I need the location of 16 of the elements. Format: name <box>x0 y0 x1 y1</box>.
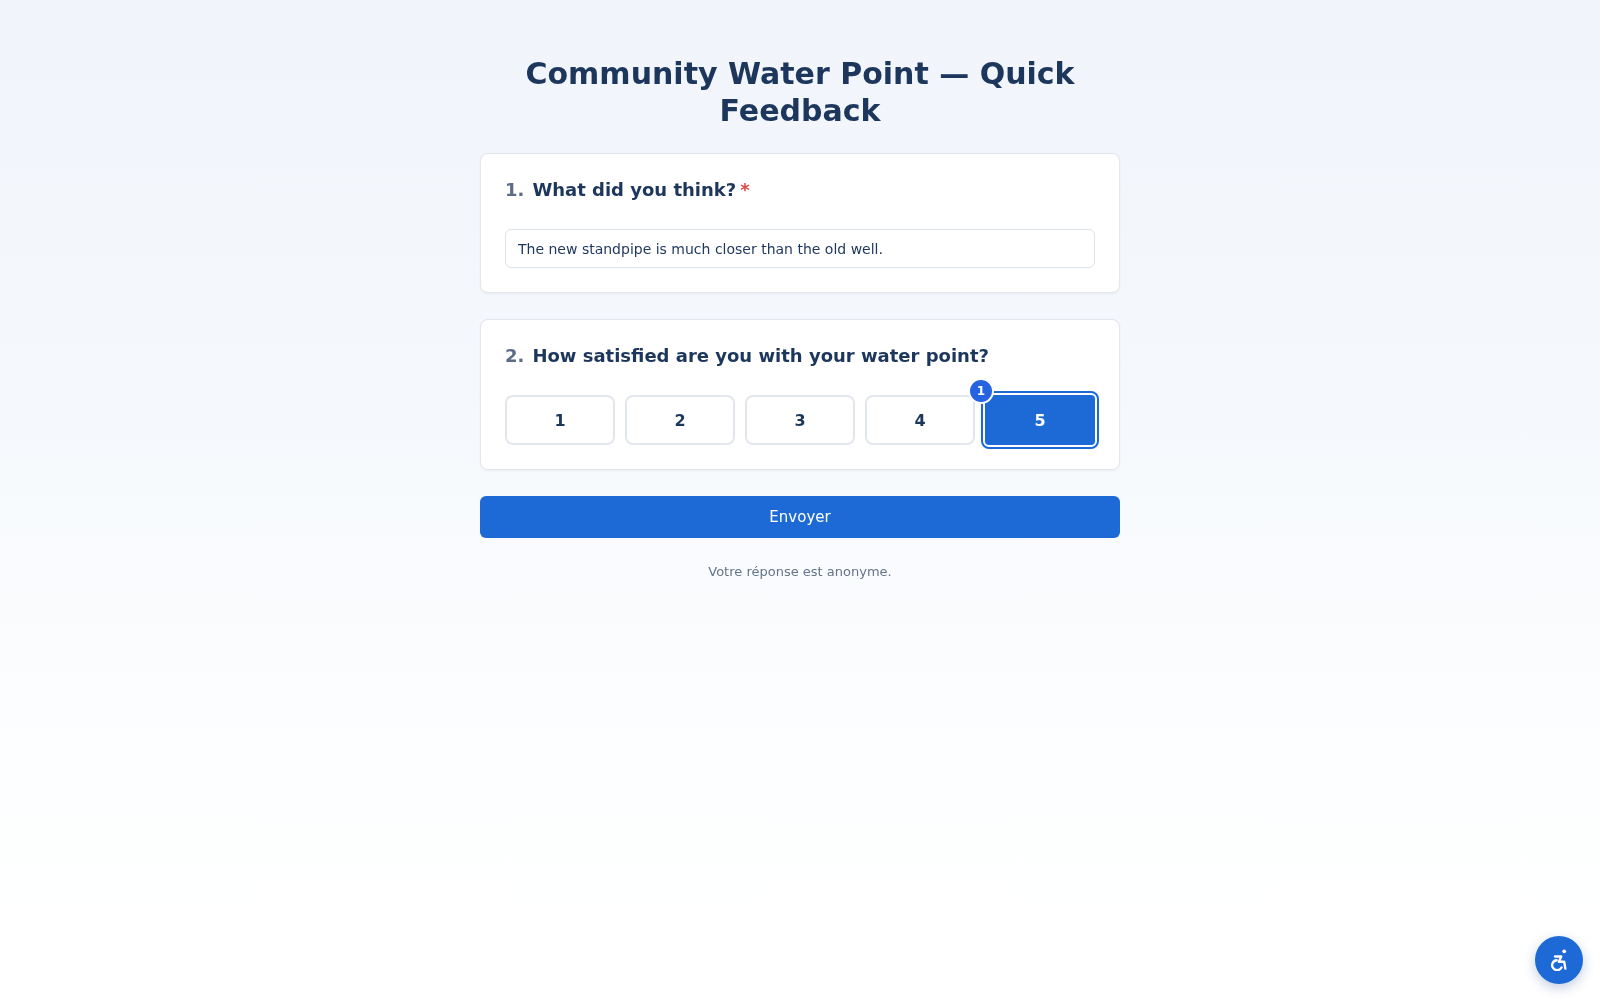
number-badge: 1 <box>968 378 994 404</box>
rating-option[interactable]: 4 <box>865 395 975 445</box>
question-title: How satisfied are you with your water point? <box>532 345 989 367</box>
form-title: Community Water Point — Quick Feedback <box>524 55 1076 129</box>
question-title: What did you think? <box>532 179 737 201</box>
wheelchair-icon <box>1549 949 1569 971</box>
accessibility-button[interactable] <box>1535 936 1583 984</box>
question-number: 2. <box>505 345 525 367</box>
submit-button[interactable]: Envoyer <box>480 496 1120 538</box>
rating-option[interactable]: 1 <box>505 395 615 445</box>
rating-option[interactable]: 3 <box>745 395 855 445</box>
anonymity-note: Votre réponse est anonyme. <box>707 564 893 580</box>
rating-option[interactable]: 2 <box>625 395 735 445</box>
question-number: 1. <box>505 179 525 201</box>
required-mark: * <box>740 179 750 201</box>
answer-field[interactable]: The new standpipe is much closer than the old well. <box>505 229 1095 268</box>
